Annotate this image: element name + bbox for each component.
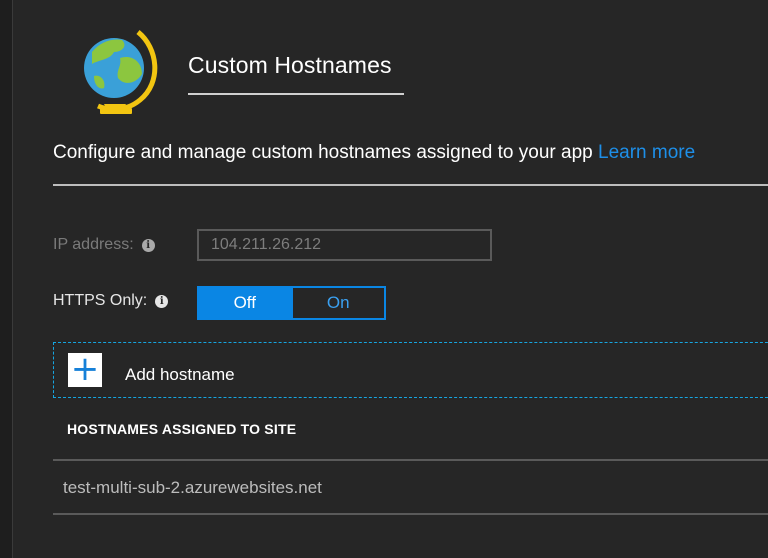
https-only-label: HTTPS Only: i bbox=[53, 292, 169, 310]
custom-hostnames-blade: Custom Hostnames Configure and manage cu… bbox=[0, 0, 768, 558]
toggle-off-option[interactable]: Off bbox=[199, 288, 291, 318]
ip-address-field: 104.211.26.212 bbox=[197, 229, 492, 261]
title-underline: Custom Hostnames bbox=[188, 52, 404, 95]
toggle-on-option[interactable]: On bbox=[290, 288, 384, 318]
description-divider bbox=[53, 184, 768, 186]
globe-icon bbox=[84, 30, 158, 114]
https-only-label-text: HTTPS Only: bbox=[53, 292, 148, 309]
description-text: Configure and manage custom hostnames as… bbox=[53, 142, 598, 163]
learn-more-link[interactable]: Learn more bbox=[598, 142, 695, 163]
table-row[interactable]: test-multi-sub-2.azurewebsites.net bbox=[63, 478, 322, 498]
blade-left-border bbox=[0, 0, 13, 558]
add-hostname-button[interactable]: + Add hostname bbox=[53, 342, 768, 398]
ip-address-label-text: IP address: bbox=[53, 236, 134, 253]
page-title: Custom Hostnames bbox=[188, 52, 392, 78]
table-divider bbox=[53, 513, 768, 515]
hostnames-table-header: HOSTNAMES ASSIGNED TO SITE bbox=[67, 421, 297, 437]
https-only-toggle[interactable]: Off On bbox=[197, 286, 386, 320]
info-icon[interactable]: i bbox=[141, 238, 155, 252]
add-hostname-label: Add hostname bbox=[125, 365, 235, 384]
description: Configure and manage custom hostnames as… bbox=[53, 142, 695, 164]
info-icon[interactable]: i bbox=[155, 294, 169, 308]
table-divider bbox=[53, 459, 768, 461]
ip-address-label: IP address: i bbox=[53, 236, 155, 254]
plus-icon[interactable]: + bbox=[68, 352, 102, 387]
